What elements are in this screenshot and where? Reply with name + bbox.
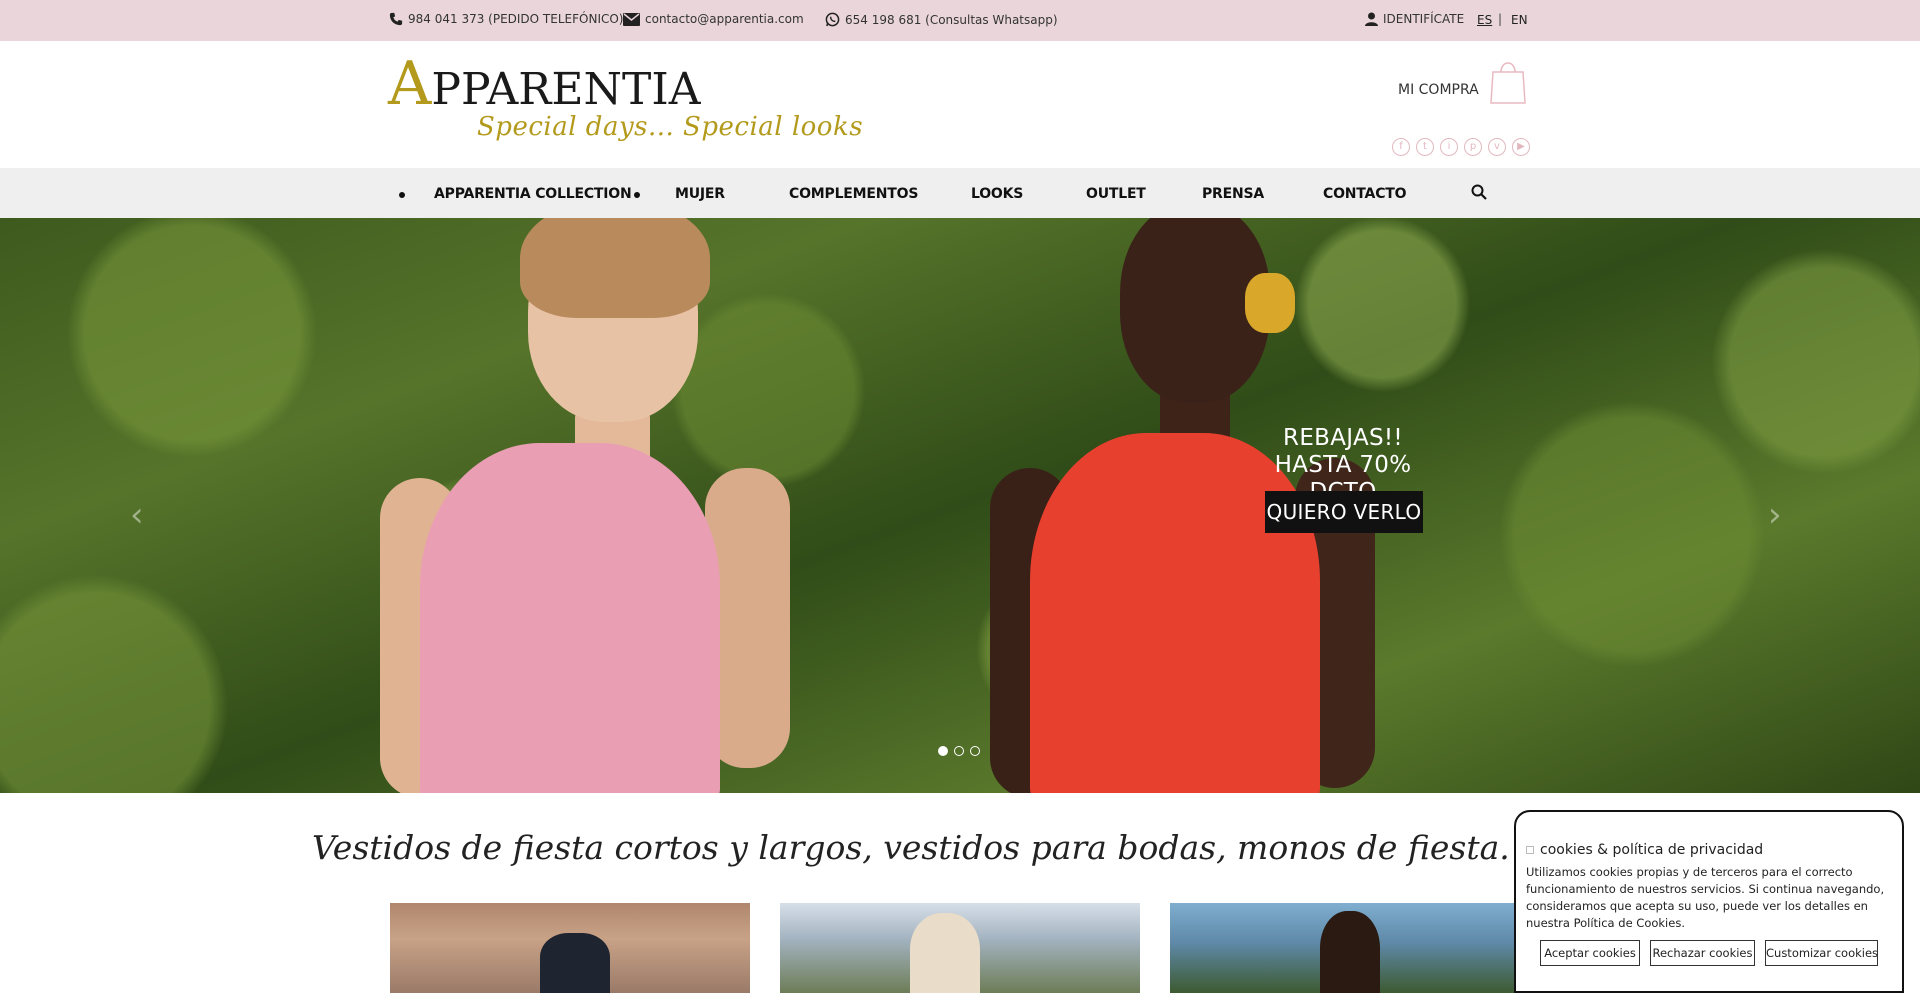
cookie-title: cookies & política de privacidad bbox=[1526, 842, 1763, 858]
logo[interactable]: APPARENTIA bbox=[388, 54, 701, 114]
model-left-hair bbox=[520, 218, 710, 318]
twitter-icon[interactable]: t bbox=[1416, 138, 1434, 156]
nav-bullet bbox=[634, 192, 640, 198]
vimeo-icon[interactable]: v bbox=[1488, 138, 1506, 156]
cookie-title-text: cookies & política de privacidad bbox=[1540, 842, 1764, 858]
slider-dot-3[interactable] bbox=[970, 746, 980, 756]
category-card[interactable] bbox=[390, 903, 750, 993]
login-link[interactable]: IDENTIFÍCATE bbox=[1365, 12, 1464, 26]
envelope-icon bbox=[623, 12, 640, 26]
pinterest-icon[interactable]: p bbox=[1464, 138, 1482, 156]
accept-cookies-button[interactable]: Aceptar cookies bbox=[1540, 940, 1640, 966]
logo-wordmark: PPARENTIA bbox=[431, 64, 701, 115]
category-card[interactable] bbox=[1170, 903, 1530, 993]
product-image bbox=[540, 933, 610, 993]
logo-initial: A bbox=[388, 49, 432, 119]
pink-dress bbox=[420, 443, 720, 793]
nav-item-complementos[interactable]: COMPLEMENTOS bbox=[789, 186, 918, 202]
cookie-banner: cookies & política de privacidad Utiliza… bbox=[1514, 810, 1904, 993]
slider-dot-2[interactable] bbox=[954, 746, 964, 756]
nav-item-contacto[interactable]: CONTACTO bbox=[1323, 186, 1407, 202]
slider-prev-arrow[interactable]: ‹ bbox=[130, 495, 144, 535]
phone-contact[interactable]: 984 041 373 (PEDIDO TELEFÓNICO) bbox=[389, 12, 623, 26]
nav-item-looks[interactable]: LOOKS bbox=[971, 186, 1023, 202]
search-icon[interactable] bbox=[1471, 184, 1487, 200]
top-bar: 984 041 373 (PEDIDO TELEFÓNICO) contacto… bbox=[0, 0, 1920, 41]
hero-cta-button[interactable]: QUIERO VERLO bbox=[1265, 491, 1423, 533]
product-image bbox=[910, 913, 980, 993]
customize-cookies-button[interactable]: Customizar cookies bbox=[1765, 940, 1878, 966]
category-card[interactable] bbox=[780, 903, 1140, 993]
shopping-bag-icon[interactable] bbox=[1489, 56, 1527, 104]
hero-slider[interactable] bbox=[0, 218, 1920, 793]
nav-item-prensa[interactable]: PRENSA bbox=[1202, 186, 1264, 202]
nav-item-outlet[interactable]: OUTLET bbox=[1086, 186, 1146, 202]
product-image bbox=[1320, 911, 1380, 993]
site-header bbox=[0, 41, 1920, 168]
user-icon bbox=[1365, 12, 1378, 26]
reject-cookies-button[interactable]: Rechazar cookies bbox=[1650, 940, 1755, 966]
cart-label[interactable]: MI COMPRA bbox=[1398, 82, 1479, 98]
cookie-description: Utilizamos cookies propias y de terceros… bbox=[1526, 865, 1885, 930]
lang-en-link[interactable]: EN bbox=[1511, 13, 1528, 27]
section-tagline: Vestidos de fiesta cortos y largos, vest… bbox=[312, 828, 1512, 867]
phone-icon bbox=[389, 12, 403, 26]
whatsapp-icon bbox=[825, 12, 840, 27]
main-nav: APPARENTIA COLLECTION MUJER COMPLEMENTOS… bbox=[0, 168, 1920, 218]
email-contact[interactable]: contacto@apparentia.com bbox=[623, 12, 804, 26]
slider-dot-1[interactable] bbox=[938, 746, 948, 756]
nav-item-mujer[interactable]: MUJER bbox=[675, 186, 725, 202]
slider-next-arrow[interactable]: › bbox=[1768, 495, 1782, 535]
youtube-icon[interactable]: ▶ bbox=[1512, 138, 1530, 156]
hero-title-line1: REBAJAS!! bbox=[1283, 425, 1403, 451]
gold-earring bbox=[1245, 273, 1295, 333]
nav-bullet bbox=[399, 192, 405, 198]
nav-item-apparentia-collection[interactable]: APPARENTIA COLLECTION bbox=[434, 186, 632, 202]
lang-es-link[interactable]: ES bbox=[1477, 13, 1492, 27]
phone-text: 984 041 373 (PEDIDO TELEFÓNICO) bbox=[408, 12, 624, 26]
login-text: IDENTIFÍCATE bbox=[1383, 12, 1465, 26]
facebook-icon[interactable]: f bbox=[1392, 138, 1410, 156]
instagram-icon[interactable]: i bbox=[1440, 138, 1458, 156]
cookie-checkbox[interactable] bbox=[1526, 846, 1534, 854]
email-text: contacto@apparentia.com bbox=[645, 12, 804, 26]
whatsapp-contact[interactable]: 654 198 681 (Consultas Whatsapp) bbox=[825, 12, 1058, 27]
whatsapp-text: 654 198 681 (Consultas Whatsapp) bbox=[845, 12, 1058, 27]
foliage-background bbox=[0, 218, 1920, 793]
logo-tagline: Special days... Special looks bbox=[477, 112, 864, 142]
lang-separator: | bbox=[1498, 12, 1503, 26]
